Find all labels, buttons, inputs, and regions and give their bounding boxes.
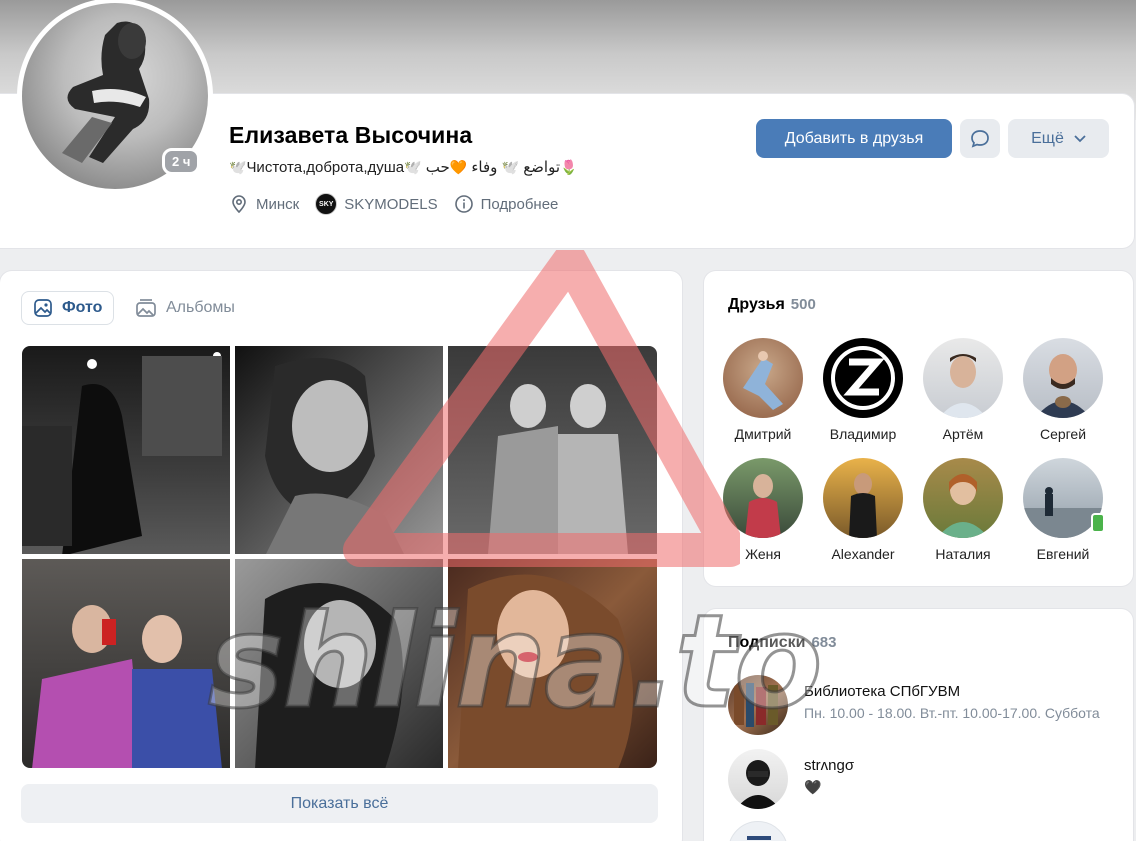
status-text-arabic-3: حب (425, 159, 450, 176)
friends-count: 500 (790, 296, 816, 313)
friend-avatar (1023, 338, 1103, 418)
dove-icon: 🕊️ (404, 159, 422, 175)
friend-name: Alexander (831, 546, 895, 562)
friend-name: Наталия (935, 546, 991, 562)
work-text: SKYMODELS (344, 195, 438, 213)
work-item[interactable]: SKY SKYMODELS (315, 193, 438, 215)
photo-thumbnail[interactable] (448, 346, 657, 554)
photo-thumbnail[interactable] (235, 346, 443, 554)
profile-name: Елизавета Высочина (229, 122, 473, 148)
subscription-item[interactable]: strᴧngσ 🖤 (728, 749, 1128, 809)
friend-name: Сергей (1039, 426, 1087, 442)
friend-item[interactable]: Владимир (813, 338, 913, 442)
subscription-avatar (728, 821, 788, 841)
tab-albums-label: Альбомы (166, 299, 235, 316)
mobile-online-icon (1091, 513, 1105, 533)
tab-photos-label: Фото (62, 299, 103, 316)
tab-photos[interactable]: Фото (21, 291, 115, 325)
skymodels-logo: SKY (315, 193, 338, 215)
friend-item[interactable]: Дмитрий (713, 338, 813, 442)
subscription-item[interactable] (728, 821, 1128, 841)
location-item: Минск (229, 194, 299, 214)
photo-thumbnail[interactable] (22, 559, 230, 768)
friend-avatar (723, 338, 803, 418)
dove-icon: 🕊️ (501, 159, 520, 175)
info-icon (454, 195, 473, 213)
friends-title[interactable]: Друзья 500 (728, 296, 816, 314)
photo-thumbnail[interactable] (448, 559, 657, 768)
subscription-name: Библиотека СПбГУВМ (804, 683, 961, 700)
message-button[interactable] (960, 119, 1000, 158)
subscriptions-title-label: Подписки (728, 634, 806, 651)
last-seen-badge: 2 ч (162, 148, 201, 175)
message-icon (971, 129, 989, 148)
tab-albums[interactable]: Альбомы (124, 291, 246, 325)
photo-thumbnail[interactable] (235, 559, 443, 768)
status-text-arabic-1: تواضع (523, 159, 560, 176)
tulip-icon: 🌷 (560, 159, 578, 175)
subscription-name: strᴧngσ (804, 757, 855, 774)
photo-thumbnail[interactable] (22, 346, 230, 554)
subscription-item[interactable]: Библиотека СПбГУВМ Пн. 10.00 - 18.00. Вт… (728, 675, 1128, 735)
albums-icon (136, 299, 156, 317)
subscription-avatar (728, 675, 788, 735)
image-icon (34, 299, 52, 317)
friend-avatar (823, 338, 903, 418)
friends-title-label: Друзья (728, 296, 785, 313)
friend-item[interactable]: Евгений (1013, 458, 1113, 562)
heart-icon: 🧡 (449, 159, 468, 175)
friend-avatar (923, 458, 1003, 538)
friend-avatar (823, 458, 903, 538)
friend-avatar (723, 458, 803, 538)
photo-grid (22, 346, 657, 768)
friend-item[interactable]: Сергей (1013, 338, 1113, 442)
show-all-photos-button[interactable]: Показать всё (21, 784, 658, 823)
add-friend-button[interactable]: Добавить в друзья (756, 119, 952, 158)
profile-status: 🕊️Чистота,доброта,душа🕊️ تواضع 🕊️ وفاء 🧡… (229, 158, 577, 176)
subscription-avatar (728, 749, 788, 809)
friends-card: Друзья 500 Дмитрий Владимир Артём Сергей … (704, 271, 1133, 586)
location-pin-icon (232, 195, 246, 214)
friend-item[interactable]: Alexander (813, 458, 913, 562)
chevron-down-icon (1074, 134, 1086, 142)
friend-name: Евгений (1036, 546, 1090, 562)
status-text: Чистота,доброта,душа (246, 159, 405, 176)
subscriptions-title[interactable]: Подписки 683 (728, 634, 837, 652)
more-info-link[interactable]: Подробнее (454, 194, 559, 214)
dove-icon: 🕊️ (229, 159, 247, 175)
friend-item[interactable]: Женя (713, 458, 813, 562)
friend-name: Женя (745, 546, 781, 562)
more-info-text: Подробнее (480, 195, 559, 213)
subscription-description: 🖤 (804, 779, 822, 795)
friend-item[interactable]: Артём (913, 338, 1013, 442)
friend-item[interactable]: Наталия (913, 458, 1013, 562)
more-label: Ещё (1031, 129, 1064, 147)
friend-name: Дмитрий (734, 426, 792, 442)
friend-name: Владимир (829, 426, 897, 442)
subscriptions-count: 683 (811, 634, 837, 651)
friend-avatar (923, 338, 1003, 418)
photos-card: Фото Альбомы Показать всё (0, 271, 682, 841)
subscriptions-card: Подписки 683 Библиотека СПбГУВМ Пн. 10.00… (704, 609, 1133, 841)
friend-name: Артём (942, 426, 984, 442)
subscription-description: Пн. 10.00 - 18.00. Вт.-пт. 10.00-17.00. … (804, 705, 1100, 721)
status-text-arabic-2: وفاء (471, 159, 498, 176)
location-text: Минск (256, 195, 300, 213)
profile-meta: Минск SKY SKYMODELS Подробнее (229, 193, 566, 215)
more-button[interactable]: Ещё (1008, 119, 1109, 158)
